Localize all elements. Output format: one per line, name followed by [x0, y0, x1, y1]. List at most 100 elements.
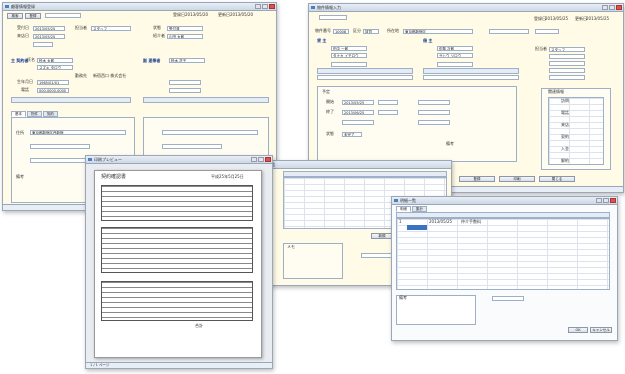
side-item[interactable]: 訪問 — [561, 98, 569, 104]
close-icon[interactable] — [269, 4, 275, 9]
property-search-field[interactable] — [319, 15, 347, 20]
prop-extra-field-2[interactable] — [535, 29, 559, 34]
addr-field[interactable]: 東京都新宿区西新宿 — [30, 130, 126, 135]
prop-extra-field[interactable] — [489, 29, 529, 34]
start-time-field[interactable] — [378, 100, 398, 105]
side-item[interactable]: 電話 — [561, 110, 569, 116]
detail-row-item: 仲介手数料 — [461, 219, 481, 224]
cancel-button[interactable]: キャンセル — [590, 327, 612, 333]
property-window-titlebar[interactable]: 物件情報入力 — [309, 4, 623, 12]
print-button[interactable]: 印刷 — [499, 176, 535, 182]
staff-field[interactable]: スタッフ — [91, 26, 131, 31]
customer-window-titlebar[interactable]: 顧客情報登録 — [3, 3, 276, 11]
sched-status-label: 状態 — [326, 131, 334, 136]
owner-grid-head — [317, 68, 413, 74]
detail-field[interactable] — [492, 296, 524, 301]
staff-label: 担当者 — [75, 25, 87, 30]
tel-field[interactable]: 000-0000-0000 — [37, 88, 69, 93]
sched-row-3b[interactable] — [418, 120, 450, 125]
minimize-icon[interactable] — [596, 198, 602, 203]
new-button[interactable]: 新規 — [371, 233, 393, 239]
tenant-name-field[interactable]: 佐藤 次郎 — [437, 46, 473, 51]
app-icon — [311, 6, 315, 9]
minimize-icon[interactable] — [251, 157, 257, 162]
extra-field-1[interactable] — [33, 42, 53, 47]
detail-grid[interactable]: 1 2013/05/25 仲介手数料 — [396, 218, 610, 290]
minimize-icon[interactable] — [602, 5, 608, 10]
prop-loc-label: 所在地 — [387, 28, 399, 33]
owner-name-field[interactable]: 田中 一郎 — [331, 46, 367, 51]
lower-field-2[interactable] — [30, 144, 90, 149]
side-item[interactable]: 契約 — [561, 134, 569, 140]
maximize-icon[interactable] — [603, 198, 609, 203]
tenant-kana-field[interactable]: サトウ ジロウ — [437, 53, 473, 58]
close-icon[interactable] — [610, 198, 616, 203]
detail-selected-row[interactable] — [407, 225, 427, 230]
right-field-a[interactable] — [549, 54, 585, 59]
tenant-tel-field[interactable] — [437, 62, 473, 67]
ok-button[interactable]: OK — [568, 327, 588, 333]
sub-tel-field[interactable] — [169, 88, 201, 93]
right-field-2[interactable] — [162, 144, 222, 149]
maximize-icon[interactable] — [262, 4, 268, 9]
name-field[interactable]: 鈴木 太郎 — [37, 58, 73, 63]
close-icon[interactable] — [616, 5, 622, 10]
preview-window-titlebar[interactable]: 印刷プレビュー — [86, 156, 272, 164]
prop-no-field[interactable]: 10008 — [333, 29, 349, 34]
detail-memo-label: 備考 — [399, 295, 407, 300]
save-button[interactable]: 登録 — [25, 13, 41, 19]
note-label: 備考 — [16, 174, 24, 179]
owner-grid-row[interactable] — [317, 75, 413, 80]
referrer-field[interactable]: 山田 太郎 — [167, 34, 203, 39]
preview-window: 印刷プレビュー 契約確認書 平成25年5月25日 合計 1 / 1 ページ — [85, 155, 273, 369]
transaction-memo: メモ — [283, 243, 343, 279]
receipt-field[interactable]: 2013/05/20 — [33, 26, 65, 31]
close-button[interactable]: 閉じる — [539, 176, 575, 182]
end-field-b[interactable] — [418, 110, 450, 115]
status-field[interactable]: 受付済 — [167, 26, 203, 31]
right-field-b[interactable] — [549, 61, 585, 66]
end-label: 終了 — [326, 109, 334, 114]
start-field[interactable]: 2013/05/25 — [342, 100, 374, 105]
minimize-icon[interactable] — [255, 4, 261, 9]
sched-row-3[interactable] — [342, 120, 374, 125]
right-field-d[interactable] — [549, 75, 585, 80]
kana-field[interactable]: スズキ タロウ — [37, 65, 73, 70]
toolbar-field[interactable] — [45, 13, 81, 18]
end-field[interactable]: 2013/06/25 — [342, 110, 374, 115]
detail-window: 明細一覧 明細 集計 1 2013/05/25 仲介手数料 備考 OK キャンセ… — [391, 196, 618, 341]
owner-kana-field[interactable]: タナカ イチロウ — [331, 53, 367, 58]
end-time-field[interactable] — [378, 110, 398, 115]
sched-status-field[interactable]: 未完了 — [342, 132, 362, 137]
prop-type-label: 区分 — [353, 28, 361, 33]
side-item[interactable]: 入金 — [561, 146, 569, 152]
sub-birth-field[interactable] — [169, 80, 201, 85]
staff-field-2[interactable]: スタッフ — [549, 47, 585, 52]
tenant-grid-row[interactable] — [423, 75, 519, 80]
sub-name-field[interactable]: 鈴木 花子 — [169, 58, 205, 63]
prop-type-field[interactable]: 賃貸 — [363, 29, 379, 34]
info-row-head-2 — [143, 97, 269, 103]
register-button[interactable]: 登録 — [459, 176, 495, 182]
owner-tel-field[interactable] — [331, 62, 367, 67]
maximize-icon[interactable] — [609, 5, 615, 10]
side-item[interactable]: 来店 — [561, 122, 569, 128]
visit-field[interactable]: 2013/05/20 — [33, 34, 65, 39]
side-item[interactable]: 解約 — [561, 158, 569, 164]
maximize-icon[interactable] — [258, 157, 264, 162]
prop-loc-field[interactable]: 東京都新宿区 — [403, 29, 473, 34]
date-value: 2013/05/20 — [185, 12, 209, 17]
side-list[interactable]: 訪問 電話 来店 契約 入金 解約 — [548, 97, 604, 165]
owner-section: 貸 主 — [317, 38, 327, 43]
birth-field[interactable]: 1965/01/01 — [37, 80, 69, 85]
search-button[interactable]: 検索 — [7, 13, 23, 19]
transaction-window-titlebar[interactable]: 取引一覧 — [251, 161, 451, 169]
tenant-section: 借 主 — [423, 38, 433, 43]
close-icon[interactable] — [265, 157, 271, 162]
detail-window-titlebar[interactable]: 明細一覧 — [392, 197, 617, 205]
start-field-b[interactable] — [418, 100, 450, 105]
lower-field-3[interactable] — [30, 158, 90, 163]
right-field-c[interactable] — [549, 68, 585, 73]
transaction-memo-label: メモ — [287, 244, 295, 249]
right-field-1[interactable] — [162, 130, 258, 135]
